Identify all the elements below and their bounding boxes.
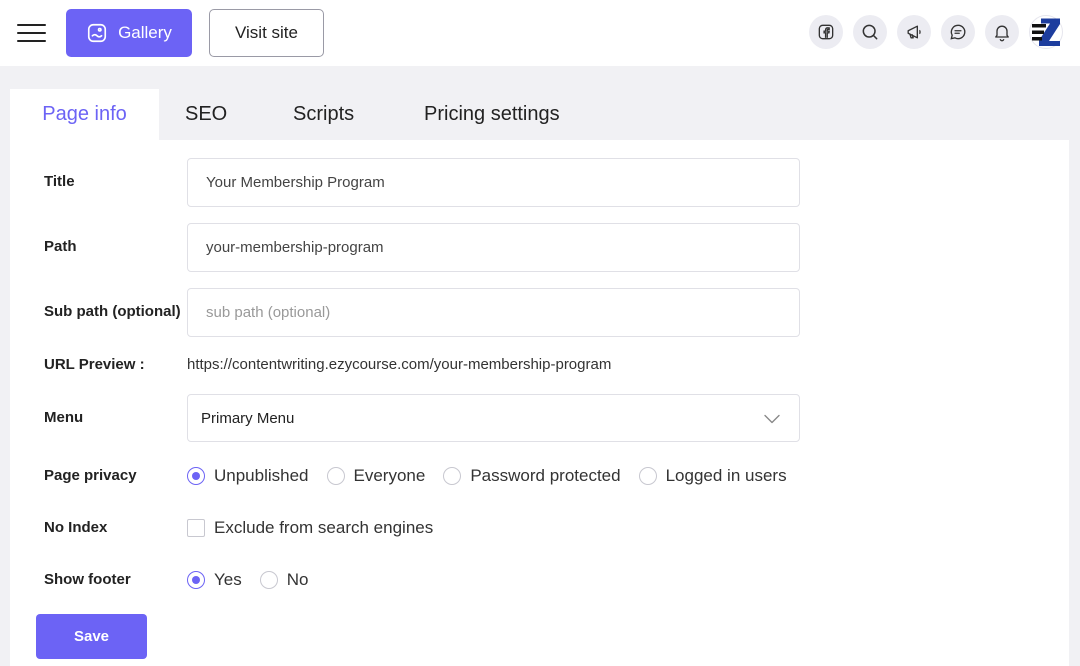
- checkbox-unchecked[interactable]: [187, 519, 205, 537]
- gallery-icon: [87, 23, 107, 43]
- privacy-option-password-protected[interactable]: Password protected: [443, 466, 621, 486]
- privacy-option-label: Logged in users: [665, 466, 787, 485]
- show-footer-label: Show footer: [44, 571, 131, 588]
- gallery-button[interactable]: Gallery: [66, 9, 192, 57]
- privacy-option-logged-in-users[interactable]: Logged in users: [638, 466, 787, 486]
- tab-pricing-settings[interactable]: Pricing settings: [424, 89, 560, 140]
- megaphone-icon[interactable]: [897, 15, 931, 49]
- no-index-label: No Index: [44, 519, 108, 536]
- chevron-down-icon: [764, 414, 780, 424]
- tab-scripts[interactable]: Scripts: [293, 89, 354, 140]
- brand-logo-icon[interactable]: [1029, 15, 1063, 49]
- privacy-option-label: Everyone: [353, 466, 426, 485]
- url-preview-value: https://contentwriting.ezycourse.com/you…: [187, 356, 612, 373]
- radio-selected[interactable]: [187, 467, 205, 485]
- bell-icon[interactable]: [985, 15, 1019, 49]
- no-index-option: Exclude from search engines: [187, 518, 451, 538]
- page-privacy-label: Page privacy: [44, 467, 137, 484]
- save-button[interactable]: Save: [36, 614, 147, 659]
- search-icon[interactable]: [853, 15, 887, 49]
- subpath-input[interactable]: [187, 288, 800, 337]
- show-footer-radio-group: Yes No: [187, 570, 326, 590]
- page-privacy-radio-group: Unpublished Everyone Password protected …: [187, 466, 805, 486]
- tab-page-info[interactable]: Page info: [10, 89, 159, 140]
- privacy-option-unpublished[interactable]: Unpublished: [187, 466, 309, 486]
- menu-select[interactable]: Primary Menu: [187, 394, 800, 442]
- menu-hamburger-icon[interactable]: [17, 22, 47, 44]
- chat-icon[interactable]: [941, 15, 975, 49]
- visit-site-button-label: Visit site: [235, 23, 298, 42]
- footer-option-no[interactable]: No: [259, 570, 309, 590]
- tab-page-info-label: Page info: [42, 103, 127, 125]
- tab-pricing-settings-label: Pricing settings: [424, 103, 560, 125]
- menu-label: Menu: [44, 409, 84, 426]
- privacy-option-label: Unpublished: [214, 466, 309, 485]
- path-label: Path: [44, 238, 77, 255]
- radio-unselected[interactable]: [443, 467, 462, 485]
- subpath-label: Sub path (optional): [44, 303, 181, 320]
- footer-option-yes[interactable]: Yes: [187, 570, 242, 590]
- tab-scripts-label: Scripts: [293, 103, 355, 125]
- menu-select-value: Primary Menu: [201, 409, 295, 427]
- radio-selected[interactable]: [187, 571, 205, 589]
- radio-unselected[interactable]: [326, 467, 345, 485]
- footer-option-label: Yes: [214, 570, 242, 589]
- save-button-label: Save: [73, 628, 110, 645]
- title-label: Title: [44, 173, 75, 190]
- path-input[interactable]: [187, 223, 800, 272]
- exclude-search-engines-label: Exclude from search engines: [214, 518, 434, 537]
- radio-unselected[interactable]: [259, 571, 278, 589]
- visit-site-button[interactable]: Visit site: [209, 9, 324, 57]
- footer-option-label: No: [286, 570, 309, 589]
- privacy-option-label: Password protected: [470, 466, 621, 485]
- tab-seo-label: SEO: [185, 103, 228, 125]
- gallery-button-label: Gallery: [118, 23, 172, 42]
- top-bar: Gallery Visit site: [0, 0, 1080, 66]
- facebook-icon[interactable]: [809, 15, 843, 49]
- url-preview-label: URL Preview :: [44, 356, 145, 373]
- privacy-option-everyone[interactable]: Everyone: [326, 466, 426, 486]
- radio-unselected[interactable]: [638, 467, 657, 485]
- title-input[interactable]: [187, 158, 800, 207]
- tab-seo[interactable]: SEO: [185, 89, 227, 140]
- exclude-search-engines-checkbox[interactable]: Exclude from search engines: [187, 518, 433, 538]
